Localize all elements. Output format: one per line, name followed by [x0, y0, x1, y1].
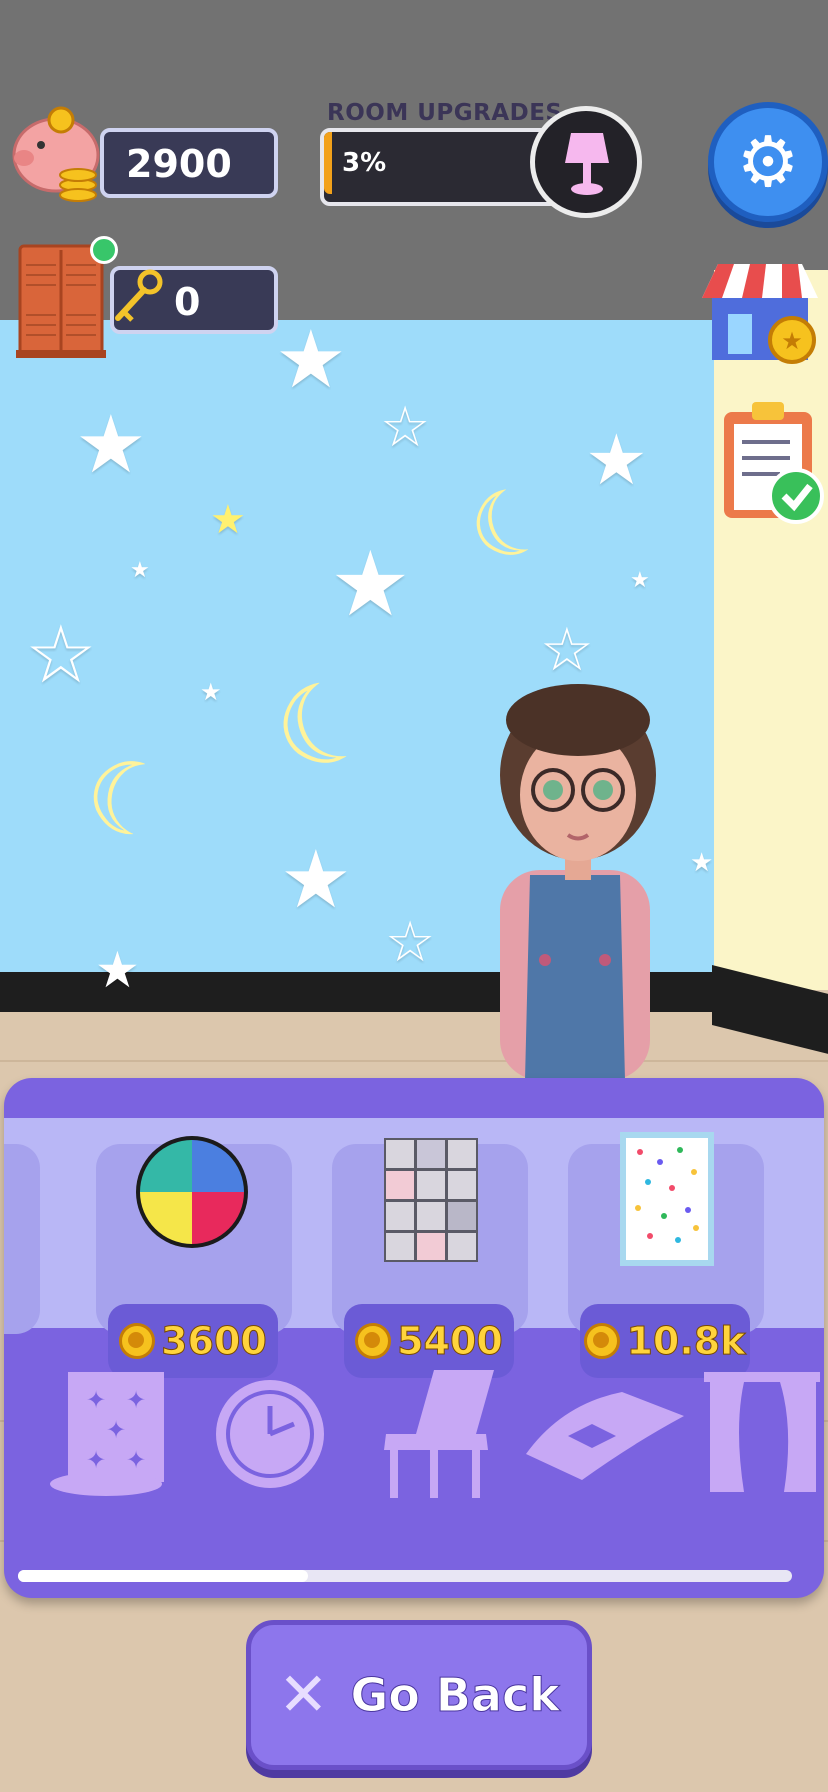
star-decoration: ★	[95, 941, 140, 999]
moon-decoration: ☾	[75, 734, 185, 865]
key-count: 0	[174, 280, 201, 324]
notification-dot	[90, 236, 118, 264]
key-icon	[115, 269, 163, 322]
svg-text:✦: ✦	[106, 1416, 126, 1444]
item-price-value: 5400	[397, 1319, 504, 1364]
coin-icon	[355, 1323, 392, 1359]
item-price-value: 3600	[161, 1319, 268, 1364]
gear-icon: ⚙	[736, 121, 800, 203]
go-back-button[interactable]: ✕ Go Back	[246, 1620, 592, 1770]
scrollbar-thumb[interactable]	[18, 1570, 308, 1582]
item-price-value: 10.8k	[626, 1319, 746, 1364]
chair-icon[interactable]	[376, 1364, 500, 1500]
item-price: 10.8k	[580, 1304, 750, 1378]
progress-fill	[324, 132, 332, 194]
go-back-label: Go Back	[350, 1668, 560, 1723]
star-decoration: ★	[75, 398, 147, 491]
star-decoration: ★	[130, 558, 150, 583]
svg-text:✦: ✦	[126, 1446, 146, 1474]
coin-count: 2900	[126, 142, 232, 186]
shop-item-card[interactable]: 10.8k	[568, 1132, 764, 1378]
patchwork-rug-icon	[384, 1138, 478, 1262]
floor-plank	[0, 1060, 828, 1062]
room-upgrades-progress-bar: 3%	[320, 128, 560, 206]
shop-button[interactable]: ★	[698, 258, 828, 368]
settings-button[interactable]: ⚙	[708, 102, 828, 222]
star-decoration: ★	[275, 313, 347, 406]
svg-text:✦: ✦	[86, 1386, 106, 1414]
star-decoration: ☆	[25, 608, 97, 701]
star-decoration: ☆	[385, 910, 436, 975]
shop-item-card-partial[interactable]	[4, 1144, 40, 1334]
tasks-clipboard-button[interactable]	[720, 398, 828, 528]
star-decoration: ★	[330, 532, 411, 637]
star-decoration: ★	[200, 678, 222, 706]
piggy-bank-icon	[12, 106, 100, 202]
star-decoration: ★	[690, 848, 714, 878]
room-upgrades-title: ROOM UPGRADES	[327, 100, 563, 126]
lamp-icon	[565, 133, 609, 195]
item-price: 3600	[108, 1304, 278, 1378]
girl-character	[500, 684, 656, 1080]
svg-text:✦: ✦	[86, 1446, 106, 1474]
puzzle-rug-icon	[136, 1136, 248, 1248]
shop-item-card[interactable]: 3600	[96, 1136, 292, 1378]
shop-item-card[interactable]: 5400	[332, 1138, 528, 1378]
curtain-icon[interactable]	[704, 1368, 820, 1498]
decor-panel: 3600 5400 10.8k ✦ ✦ ✦ ✦ ✦	[4, 1078, 824, 1598]
svg-text:★: ★	[781, 327, 803, 355]
rug-icon[interactable]	[522, 1384, 688, 1484]
progress-percent: 3%	[342, 148, 387, 178]
star-decoration: ★	[585, 419, 648, 501]
svg-text:✦: ✦	[126, 1386, 146, 1414]
room-upgrade-lamp-button[interactable]	[530, 106, 642, 218]
star-decoration: ★	[630, 568, 650, 593]
close-icon: ✕	[278, 1660, 329, 1730]
star-decoration: ★	[280, 833, 352, 926]
wallpaper-icon[interactable]: ✦ ✦✦✦ ✦	[46, 1368, 168, 1498]
confetti-rug-icon	[620, 1132, 714, 1266]
coin-icon	[119, 1323, 156, 1359]
clock-icon[interactable]	[212, 1376, 328, 1492]
star-decoration: ★	[210, 497, 246, 543]
coin-counter: 2900	[100, 128, 278, 198]
star-decoration: ☆	[380, 395, 431, 460]
coin-icon	[584, 1323, 621, 1359]
side-wall	[714, 270, 828, 1040]
